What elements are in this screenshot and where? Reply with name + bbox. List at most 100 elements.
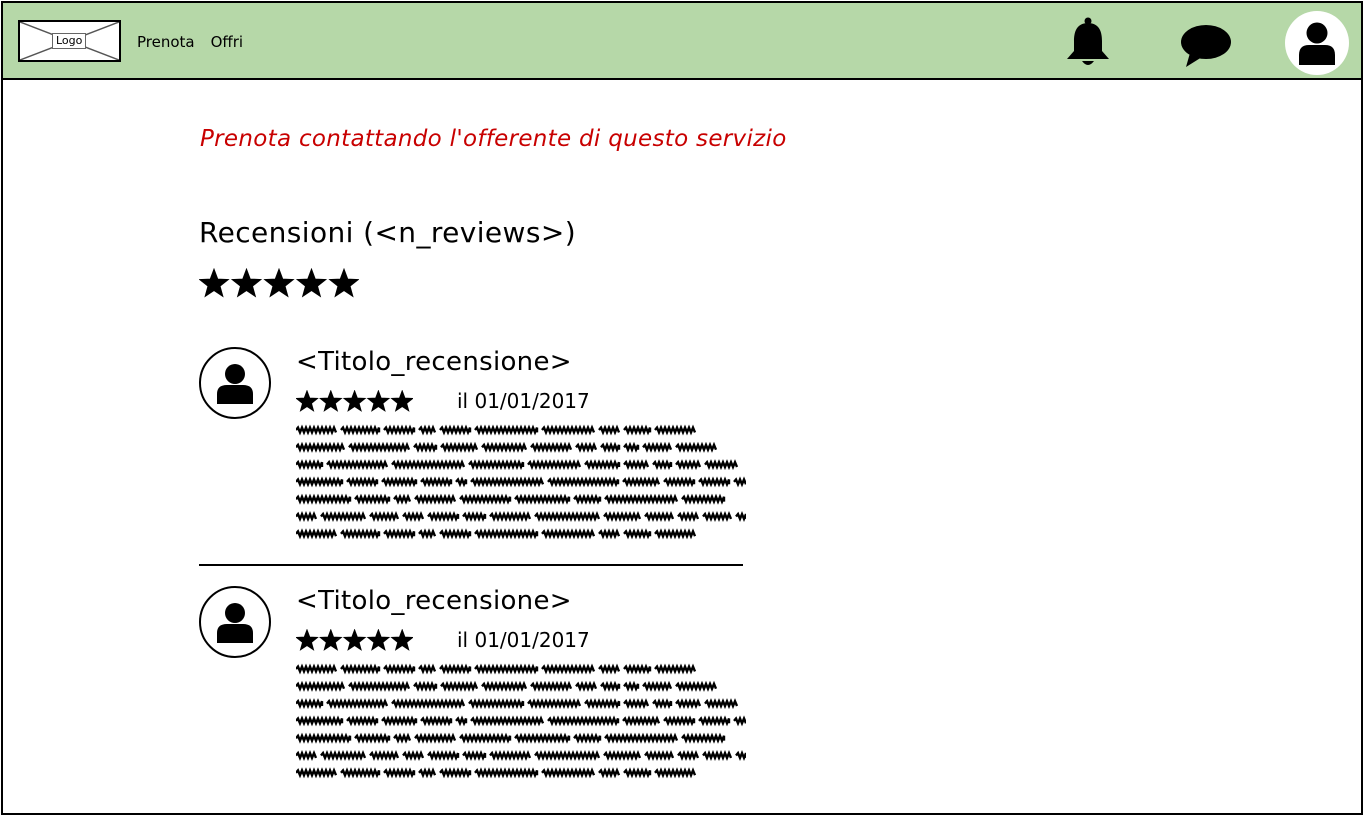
placeholder-text-line [600, 680, 621, 692]
placeholder-text-line [427, 749, 460, 762]
star-icon [366, 628, 391, 651]
placeholder-text-line [393, 732, 412, 744]
star-icon [366, 389, 391, 412]
placeholder-text-line [623, 663, 652, 675]
star-icon [230, 267, 263, 298]
placeholder-text-line [489, 510, 532, 523]
placeholder-text-line [663, 476, 696, 488]
placeholder-text-line [702, 749, 733, 762]
review-title: <Titolo_recensione> [296, 586, 572, 616]
placeholder-text-line [295, 424, 338, 436]
placeholder-text-line [652, 459, 673, 471]
placeholder-text-line [541, 528, 596, 540]
placeholder-text-line [295, 749, 318, 762]
user-icon [217, 364, 253, 404]
star-icon [342, 628, 367, 651]
star-icon [390, 389, 415, 412]
reviewer-avatar[interactable] [199, 586, 271, 658]
placeholder-text-line [575, 680, 598, 692]
reviewer-avatar[interactable] [199, 347, 271, 419]
placeholder-text-line [383, 767, 416, 779]
star-icon [318, 628, 343, 651]
placeholder-text-line [468, 459, 525, 471]
placeholder-text-line [530, 441, 573, 453]
placeholder-text-line [541, 767, 596, 779]
placeholder-text-line [391, 459, 466, 471]
placeholder-text-line [455, 715, 468, 727]
placeholder-text-line [354, 493, 391, 505]
placeholder-text-line [623, 680, 640, 692]
placeholder-text-line [514, 493, 571, 505]
placeholder-text-line [600, 441, 621, 453]
star-icon [318, 389, 343, 412]
placeholder-text-line [675, 441, 718, 453]
nav-item-prenota[interactable]: Prenota [137, 33, 195, 51]
placeholder-text-line [623, 424, 652, 436]
star-icon [198, 267, 230, 298]
placeholder-text-line [340, 424, 381, 436]
logo-label: Logo [52, 33, 87, 49]
placeholder-text-line [439, 424, 472, 436]
placeholder-text-line [402, 510, 425, 523]
placeholder-text-line [514, 732, 571, 744]
placeholder-text-line [534, 749, 601, 762]
placeholder-text-line [603, 510, 642, 523]
placeholder-text-line [622, 476, 661, 488]
placeholder-text-line [598, 424, 621, 436]
placeholder-text-line [414, 493, 457, 505]
placeholder-text-line [440, 680, 479, 692]
placeholder-text-line [420, 715, 453, 727]
placeholder-text-line [654, 663, 697, 675]
placeholder-text-line [326, 459, 389, 471]
star-icon [342, 389, 367, 412]
placeholder-text-line [541, 424, 596, 436]
bell-icon[interactable] [1063, 17, 1113, 73]
placeholder-text-line [326, 698, 389, 710]
placeholder-text-line [459, 732, 512, 744]
placeholder-text-line [677, 510, 700, 523]
placeholder-text-line [698, 715, 731, 727]
placeholder-text-line [527, 459, 582, 471]
placeholder-text-line [381, 476, 418, 488]
placeholder-text-line [439, 528, 472, 540]
user-icon [217, 603, 253, 643]
chat-icon[interactable] [1178, 23, 1234, 73]
placeholder-text-line [369, 749, 400, 762]
placeholder-text-line [474, 663, 539, 675]
placeholder-text-line [462, 510, 487, 523]
placeholder-text-line [414, 732, 457, 744]
star-icon [295, 389, 319, 412]
contact-offerer-link[interactable]: Prenota contattando l'offerente di quest… [200, 126, 787, 152]
placeholder-text-line [295, 441, 346, 453]
user-icon [1299, 22, 1335, 65]
placeholder-text-line [418, 528, 437, 540]
placeholder-text-line [623, 441, 640, 453]
placeholder-text-line [348, 680, 411, 692]
logo[interactable]: Logo [18, 20, 121, 62]
main-nav: Prenota Offri [137, 33, 243, 51]
placeholder-text-line [547, 715, 620, 727]
placeholder-text-line [584, 459, 621, 471]
placeholder-text-line [623, 459, 650, 471]
reviews-heading: Recensioni (<n_reviews>) [199, 216, 577, 249]
review-rating-stars [295, 628, 415, 655]
star-icon [295, 267, 328, 298]
nav-item-offri[interactable]: Offri [211, 33, 243, 51]
placeholder-text-line [541, 663, 596, 675]
placeholder-text-line [598, 663, 621, 675]
placeholder-text-line [481, 441, 528, 453]
placeholder-text-line [681, 493, 726, 505]
placeholder-text-line [654, 767, 697, 779]
user-profile-button[interactable] [1285, 11, 1349, 75]
placeholder-text-line [575, 441, 598, 453]
placeholder-text-line [573, 493, 602, 505]
placeholder-text-line [704, 698, 739, 710]
placeholder-text-line [420, 476, 453, 488]
placeholder-text-line [584, 698, 621, 710]
placeholder-text-line [675, 680, 718, 692]
placeholder-text-line [413, 441, 438, 453]
placeholder-text-line [346, 715, 379, 727]
placeholder-text-line [354, 732, 391, 744]
placeholder-text-line [383, 424, 416, 436]
placeholder-text-line [418, 663, 437, 675]
